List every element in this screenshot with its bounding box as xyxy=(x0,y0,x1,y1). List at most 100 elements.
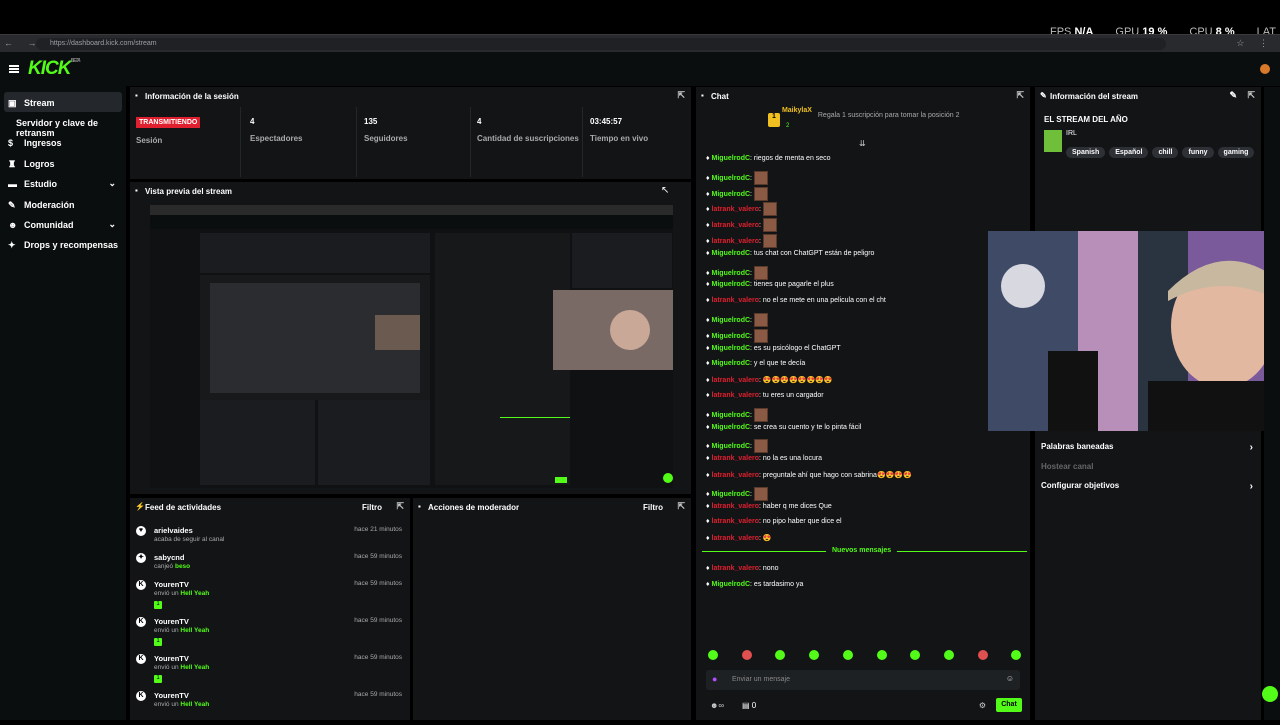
chevron-right-icon: › xyxy=(1249,442,1253,453)
reaction-emote[interactable] xyxy=(842,650,853,660)
lightning-icon: ⚡ xyxy=(135,502,145,511)
chat-message: ♦ latrank_valero: 😍😍😍😍😍😍😍😍 xyxy=(706,377,833,385)
panel-header: ⚡ Feed de actividades Filtro ⇱ xyxy=(135,501,404,512)
reaction-emote[interactable] xyxy=(708,650,718,660)
chat-footer: ● Enviar un mensaje ☺ ☻∞ ▤ 0 ⚙ Chat xyxy=(696,640,1030,720)
reaction-emote[interactable] xyxy=(1011,650,1022,660)
chat-message: ♦ MiguelrodC: xyxy=(706,186,768,201)
reaction-emote[interactable] xyxy=(741,650,752,660)
preview-thumbnail xyxy=(150,205,673,488)
stream-title: EL STREAM DEL AÑO xyxy=(1044,115,1128,124)
panel-header: ▪ Información de la sesión ⇱ xyxy=(135,90,685,101)
tag[interactable]: funny xyxy=(1182,147,1214,158)
emote-image xyxy=(753,313,768,327)
panel-header: ▪ Chat ⇱ xyxy=(701,90,1024,101)
chat-message: ♦ latrank_valero: no la es una locura xyxy=(706,455,823,463)
kick-logo[interactable]: KICKBETA xyxy=(28,58,81,80)
viewers-icon: ☻∞ xyxy=(710,701,725,710)
reaction-emote[interactable] xyxy=(876,650,887,660)
reaction-emote[interactable] xyxy=(809,650,820,660)
sidebar-item-income[interactable]: $ Ingresos xyxy=(0,132,126,152)
tags: Spanish Español chill funny gaming xyxy=(1066,141,1258,159)
pin-icon[interactable]: ⇊ xyxy=(859,139,866,148)
send-chat-button[interactable]: Chat xyxy=(996,698,1022,712)
chevron-down-icon: ⌄ xyxy=(108,218,116,229)
chat-message: ♦ MiguelrodC: xyxy=(706,328,768,343)
sidebar-item-achievements[interactable]: ♜ Logros xyxy=(0,153,126,173)
sidebar-item-community[interactable]: ☻ Comunidad ⌄ xyxy=(0,214,126,234)
sidebar-item-stream[interactable]: ▣ Stream xyxy=(4,92,122,112)
help-button[interactable] xyxy=(1262,686,1278,702)
emoji-icon[interactable]: ☺ xyxy=(1006,674,1014,683)
preview-panel: ▪ Vista previa del stream ↖ xyxy=(130,182,691,494)
kick-dashboard: KICKBETA ▣ Stream Servidor y clave de ret… xyxy=(0,52,1280,720)
chat-message: ♦ MiguelrodC: xyxy=(706,265,768,280)
panel-header: ✎ Información del stream ⇱ ✎ xyxy=(1040,90,1255,101)
panel-header: ▪ Acciones de moderador Filtro ⇱ xyxy=(418,501,685,512)
category-thumbnail xyxy=(1044,130,1062,152)
external-link-icon[interactable]: ⇱ xyxy=(677,501,685,512)
tag[interactable]: Spanish xyxy=(1066,147,1106,158)
goals-row[interactable]: Configurar objetivos › xyxy=(1041,481,1253,492)
kick-icon: K xyxy=(136,580,146,590)
chat-message: ♦ MiguelrodC: riegos de menta en seco xyxy=(706,155,831,162)
chat-input[interactable]: ● Enviar un mensaje ☺ xyxy=(706,670,1020,690)
banned-words-row[interactable]: Palabras baneadas › xyxy=(1041,442,1253,453)
external-link-icon[interactable]: ⇱ xyxy=(677,90,685,101)
reaction-emote[interactable] xyxy=(910,650,921,660)
chat-icon: ▪ xyxy=(701,91,704,100)
address-bar[interactable]: https://dashboard.kick.com/stream xyxy=(36,38,1166,50)
external-link-icon[interactable]: ⇱ xyxy=(1016,90,1024,101)
reaction-emote[interactable] xyxy=(775,650,786,660)
viewers-stat: 4 Espectadores xyxy=(250,117,303,143)
browser-toolbar: ← → ↻ https://dashboard.kick.com/stream … xyxy=(0,34,1280,52)
sidebar-item-studio[interactable]: ▬ Estudio ⌄ xyxy=(0,173,126,193)
edit-icon[interactable]: ✎ xyxy=(1229,90,1237,101)
sidebar: ▣ Stream Servidor y clave de retransm $ In… xyxy=(0,86,126,720)
session-status: TRANSMITIENDO Sesión xyxy=(136,117,201,145)
kick-icon: K xyxy=(136,654,146,664)
chevron-right-icon: › xyxy=(1249,481,1253,492)
stream-icon: ▣ xyxy=(8,98,17,108)
filter-button[interactable]: Filtro xyxy=(362,503,382,512)
mod-icon: ✎ xyxy=(8,199,16,210)
chat-message: ♦ latrank_valero: xyxy=(706,234,777,248)
mic-icon[interactable]: ● xyxy=(712,674,717,684)
emote-image xyxy=(753,328,768,343)
tag[interactable]: gaming xyxy=(1217,147,1255,158)
filter-button[interactable]: Filtro xyxy=(643,503,663,512)
emote-image xyxy=(753,265,768,280)
sidebar-item-drops[interactable]: ✦ Drops y recompensas xyxy=(0,234,126,254)
session-panel: ▪ Información de la sesión ⇱ TRANSMITIENDO… xyxy=(130,87,691,179)
settings-icon[interactable]: ⚙ xyxy=(979,701,986,710)
chat-message: ♦ MiguelrodC: se crea su cuento y te lo … xyxy=(706,423,862,431)
reaction-emote[interactable] xyxy=(943,650,954,660)
chat-message: ♦ latrank_valero: preguntale ahí que hag… xyxy=(706,472,912,479)
preview-icon: ▪ xyxy=(135,186,138,195)
tag[interactable]: Español xyxy=(1109,147,1149,158)
shield-icon: ▪ xyxy=(418,502,421,511)
chat-message: ♦ latrank_valero: no el se mete en una p… xyxy=(706,297,886,305)
app-header: KICKBETA xyxy=(0,52,1280,86)
menu-icon[interactable] xyxy=(9,65,19,73)
sidebar-item-moderation[interactable]: ✎ Moderación xyxy=(0,194,126,214)
chat-message: ♦ MiguelrodC: xyxy=(706,313,768,327)
community-icon: ☻ xyxy=(8,219,18,230)
reaction-emote[interactable] xyxy=(977,650,988,660)
emote-image xyxy=(753,186,768,201)
browser-actions[interactable]: ☆ ⋮ xyxy=(1236,38,1274,49)
external-link-icon[interactable]: ⇱ xyxy=(396,501,404,512)
os-topbar xyxy=(0,0,1280,27)
sidebar-item-server-key[interactable]: Servidor y clave de retransm xyxy=(0,112,126,138)
trophy-icon: ♜ xyxy=(8,158,17,169)
user-avatar[interactable] xyxy=(1260,64,1270,74)
mouse-cursor-icon: ↖ xyxy=(661,185,670,196)
chat-message: ♦ MiguelrodC: tienes que pagarle el plus xyxy=(706,281,834,289)
host-channel-row[interactable]: Hostear canal xyxy=(1041,462,1253,471)
external-link-icon[interactable]: ⇱ xyxy=(1247,90,1255,101)
chat-message: ♦ MiguelrodC: xyxy=(706,439,768,454)
chat-panel: ▪ Chat ⇱ 1 MaikylaX 2 Regala 1 suscripción… xyxy=(696,87,1030,720)
stream-preview-video[interactable] xyxy=(150,205,673,488)
emote-image xyxy=(762,202,777,217)
tag[interactable]: chill xyxy=(1152,147,1179,158)
